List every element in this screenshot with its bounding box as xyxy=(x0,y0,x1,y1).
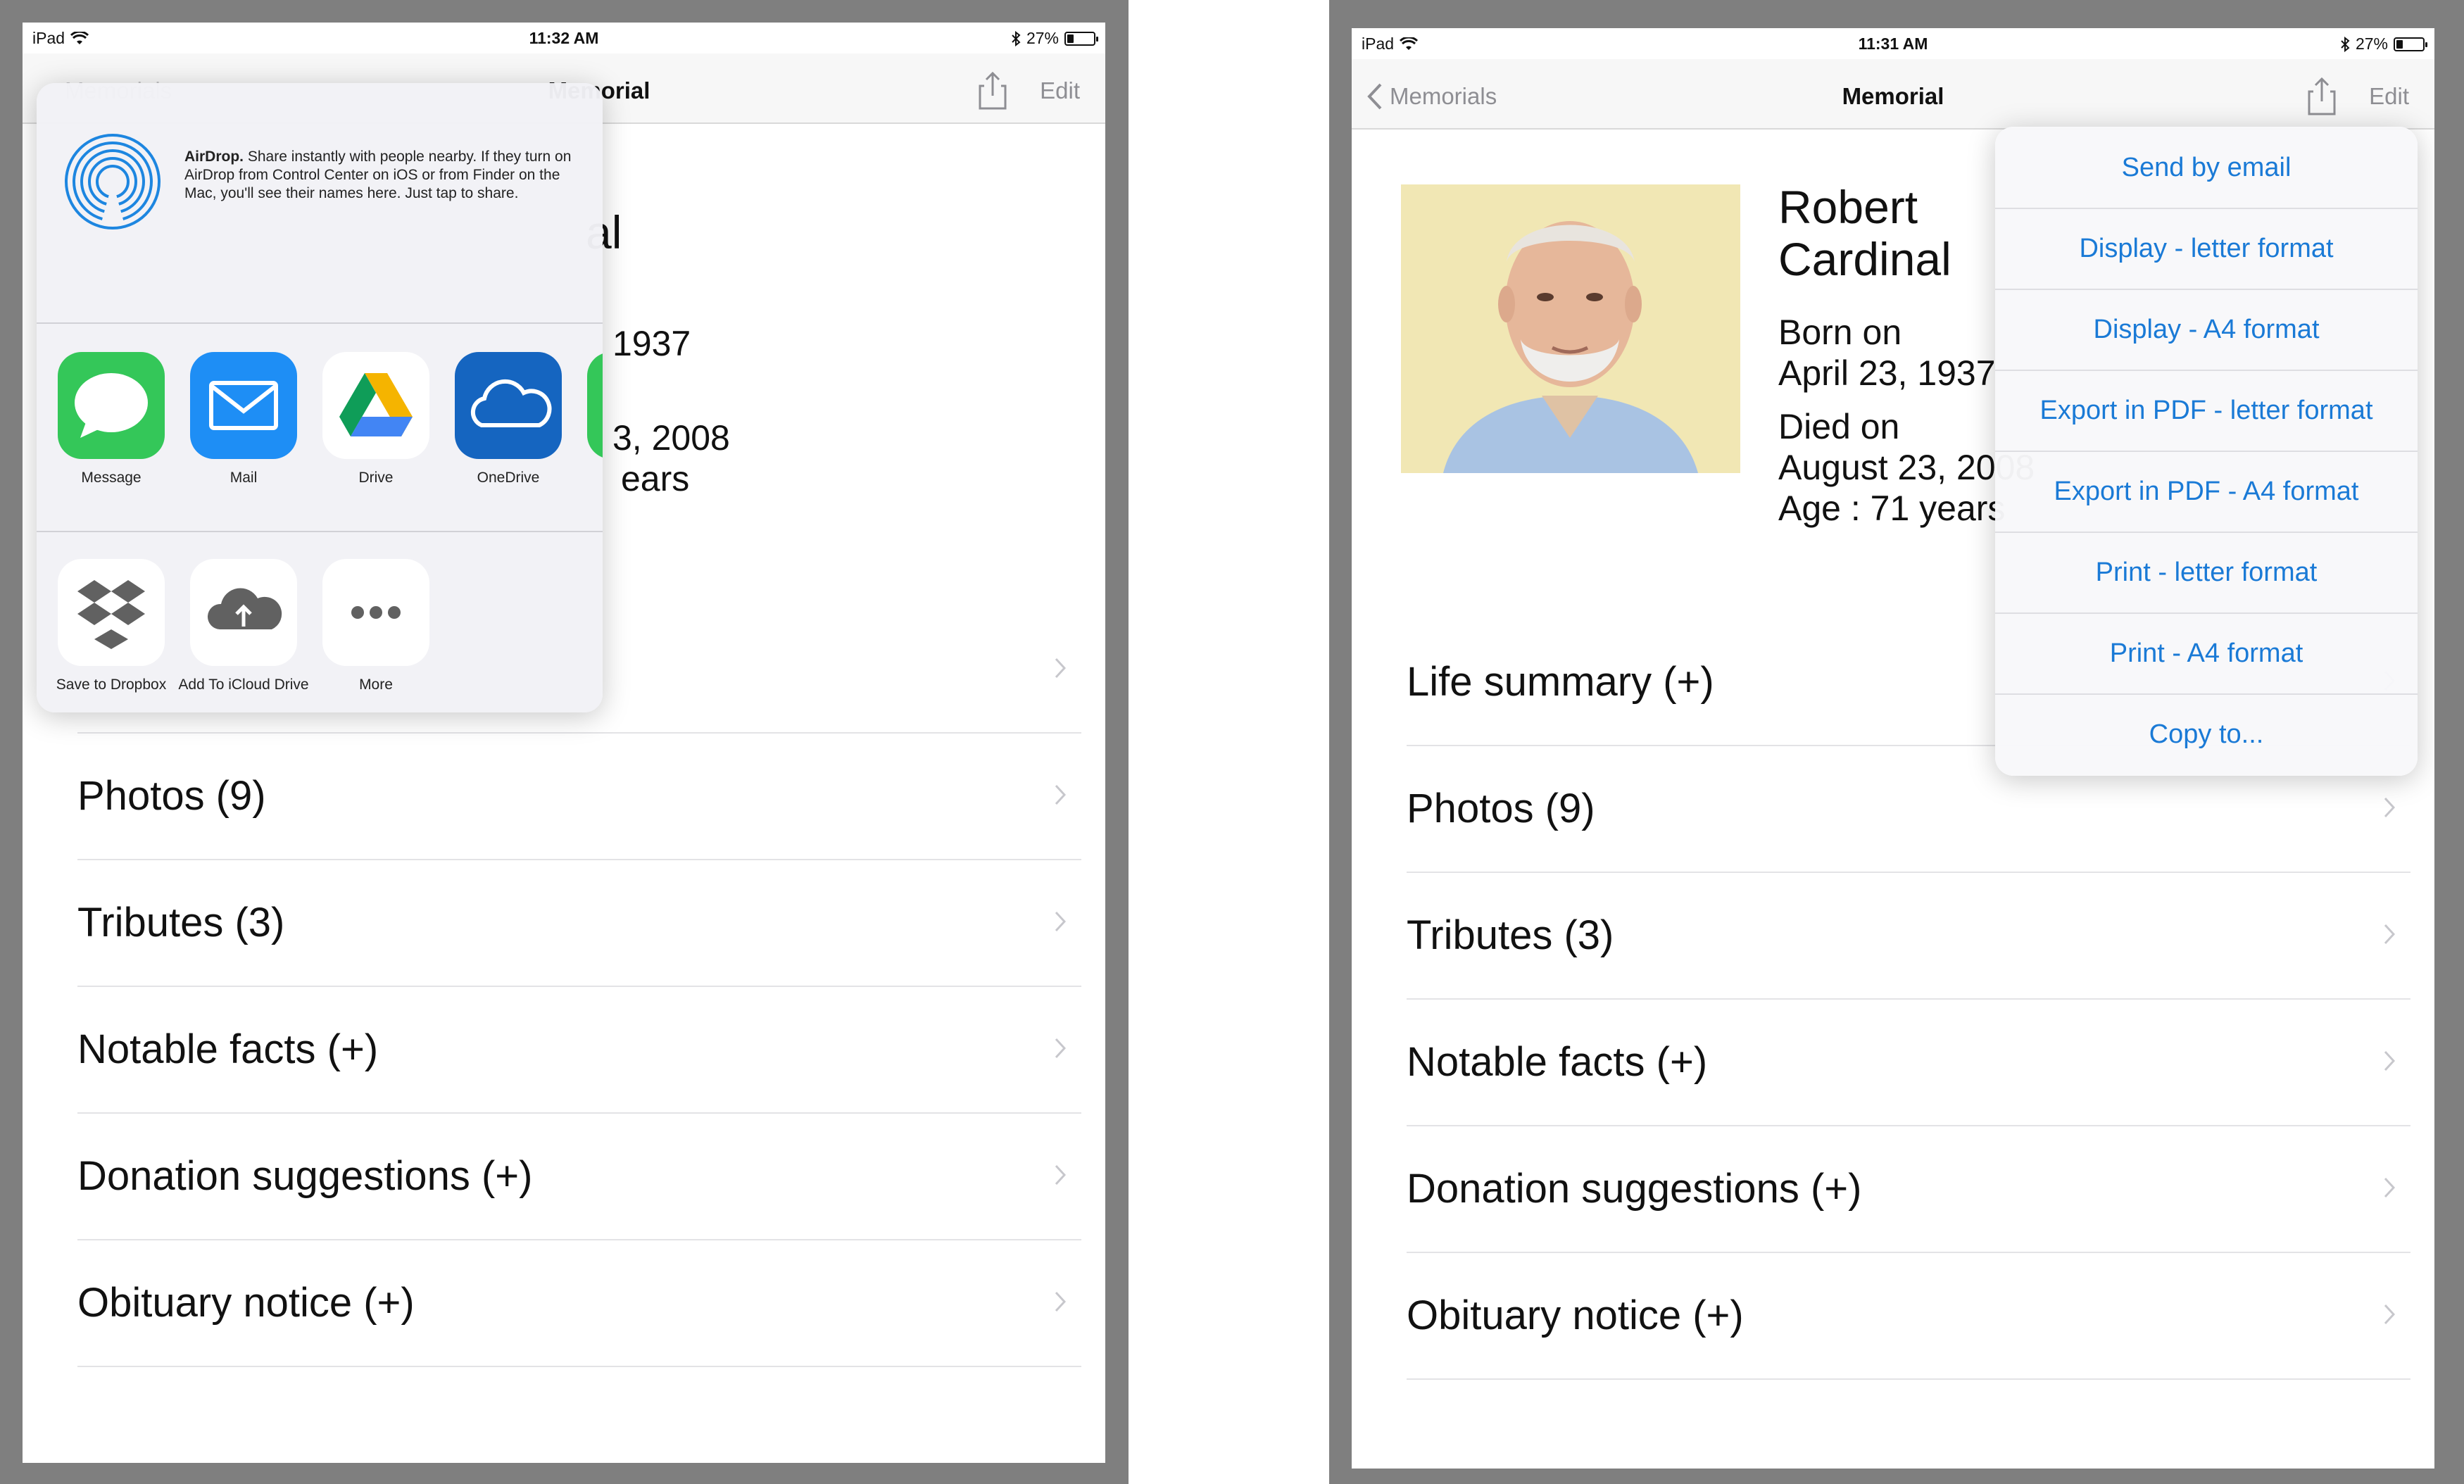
share-icon[interactable] xyxy=(2308,76,2336,115)
save-to-dropbox-button[interactable] xyxy=(58,559,165,666)
google-drive-icon xyxy=(339,373,413,436)
nav-bar: Memorials Memorial Edit xyxy=(1352,59,2434,130)
age: Age : 71 years xyxy=(1778,489,2006,528)
born-date-peek: 1937 xyxy=(612,324,691,363)
status-bar: iPad 11:31 AM 27% xyxy=(1352,28,2434,59)
died-label: Died on xyxy=(1778,407,1900,446)
list-row-tributes[interactable]: Tributes (3) xyxy=(77,860,1081,987)
messages-icon xyxy=(75,373,148,438)
app-label-mail: Mail xyxy=(230,470,258,486)
chevron-right-icon xyxy=(2384,1177,2395,1198)
row-label: Tributes (3) xyxy=(77,900,285,945)
battery-icon xyxy=(2394,37,2427,51)
row-label: Donation suggestions (+) xyxy=(1407,1166,1862,1212)
menu-item-export-pdf-a4[interactable]: Export in PDF - A4 format xyxy=(1995,452,2418,533)
chevron-right-icon xyxy=(1055,1164,1066,1186)
list-row-donation-suggestions[interactable]: Donation suggestions (+) xyxy=(77,1114,1081,1240)
onedrive-app-button[interactable] xyxy=(455,352,562,459)
more-icon xyxy=(351,606,401,619)
edit-button[interactable]: Edit xyxy=(2369,83,2409,110)
chevron-right-icon xyxy=(2384,1050,2395,1071)
portrait-image xyxy=(1401,184,1740,473)
chevron-right-icon xyxy=(1055,1038,1066,1059)
row-label: Obituary notice (+) xyxy=(1407,1293,1744,1338)
messages-app-button[interactable] xyxy=(58,352,165,459)
bluetooth-icon xyxy=(1012,30,1021,46)
chevron-right-icon xyxy=(1055,911,1066,932)
chevron-right-icon xyxy=(2384,924,2395,945)
menu-item-print-a4[interactable]: Print - A4 format xyxy=(1995,614,2418,695)
right-ipad-screen: iPad 11:31 AM 27% Memorials Memorial Edi… xyxy=(1352,28,2434,1469)
bluetooth-icon xyxy=(2341,36,2350,52)
row-label: Notable facts (+) xyxy=(1407,1039,1708,1085)
more-button[interactable] xyxy=(322,559,429,666)
left-ipad-screen: iPad 11:32 AM 27% Memorials Memorial Edi… xyxy=(23,23,1105,1463)
profile-last-name: Cardinal xyxy=(1778,233,1951,285)
airdrop-title: AirDrop. xyxy=(184,149,244,165)
menu-item-print-letter[interactable]: Print - letter format xyxy=(1995,533,2418,614)
export-menu-popover: Send by email Display - letter format Di… xyxy=(1995,127,2418,776)
row-label: Notable facts (+) xyxy=(77,1026,379,1072)
action-label-icloud: Add To iCloud Drive xyxy=(178,677,309,693)
status-bar: iPad 11:32 AM 27% xyxy=(23,23,1105,54)
status-time: 11:31 AM xyxy=(1858,34,1928,53)
add-to-icloud-drive-button[interactable] xyxy=(190,559,297,666)
row-label: Life summary (+) xyxy=(1407,659,1714,705)
menu-item-display-a4[interactable]: Display - A4 format xyxy=(1995,290,2418,371)
list-row-obituary-notice[interactable]: Obituary notice (+) xyxy=(77,1240,1081,1367)
born-date: April 23, 1937 xyxy=(1778,353,1996,393)
battery-icon xyxy=(1064,31,1098,46)
menu-item-copy-to[interactable]: Copy to... xyxy=(1995,695,2418,776)
chevron-right-icon xyxy=(2384,797,2395,818)
chevron-right-icon xyxy=(1055,658,1066,679)
share-icon[interactable] xyxy=(979,70,1007,110)
died-date-peek: 3, 2008 xyxy=(612,418,730,458)
edit-button[interactable]: Edit xyxy=(1040,77,1080,104)
battery-percent: 27% xyxy=(1026,29,1059,47)
age-peek: ears xyxy=(621,459,690,498)
profile-photo xyxy=(1401,184,1740,473)
row-label: Tributes (3) xyxy=(1407,912,1614,958)
status-time: 11:32 AM xyxy=(529,29,599,47)
list-row-notable-facts[interactable]: Notable facts (+) xyxy=(77,987,1081,1114)
chevron-right-icon xyxy=(1055,784,1066,805)
menu-item-display-letter[interactable]: Display - letter format xyxy=(1995,209,2418,290)
divider xyxy=(37,322,603,324)
chevron-right-icon xyxy=(1055,1291,1066,1312)
partial-app-button[interactable] xyxy=(587,352,603,459)
list-row-tributes[interactable]: Tributes (3) xyxy=(1407,873,2410,1000)
icloud-upload-icon xyxy=(207,588,282,629)
list-row-photos[interactable]: Photos (9) xyxy=(77,734,1081,860)
chevron-right-icon xyxy=(2384,1304,2395,1325)
action-label-dropbox: Save to Dropbox xyxy=(56,677,167,693)
row-label: Photos (9) xyxy=(1407,786,1595,831)
app-label-message: Message xyxy=(81,470,142,486)
mail-icon xyxy=(209,381,278,430)
row-label: Photos (9) xyxy=(77,773,266,819)
list-row-notable-facts[interactable]: Notable facts (+) xyxy=(1407,1000,2410,1126)
drive-app-button[interactable] xyxy=(322,352,429,459)
battery-percent: 27% xyxy=(2355,34,2388,53)
row-label: Donation suggestions (+) xyxy=(77,1153,533,1199)
born-label: Born on xyxy=(1778,313,1902,352)
list-row-obituary-notice[interactable]: Obituary notice (+) xyxy=(1407,1253,2410,1380)
app-label-onedrive: OneDrive xyxy=(477,470,540,486)
menu-item-send-by-email[interactable]: Send by email xyxy=(1995,128,2418,209)
app-label-drive: Drive xyxy=(358,470,394,486)
list-row-donation-suggestions[interactable]: Donation suggestions (+) xyxy=(1407,1126,2410,1253)
dropbox-icon xyxy=(77,580,145,649)
share-sheet: AirDrop. Share instantly with people nea… xyxy=(37,83,603,712)
airdrop-icon[interactable] xyxy=(63,132,162,231)
divider xyxy=(37,531,603,532)
onedrive-icon xyxy=(470,379,552,427)
row-label: Obituary notice (+) xyxy=(77,1280,415,1326)
profile-first-name: Robert xyxy=(1778,181,1918,233)
page-title: Memorial xyxy=(1842,83,1944,109)
action-label-more: More xyxy=(359,677,393,693)
menu-item-export-pdf-letter[interactable]: Export in PDF - letter format xyxy=(1995,371,2418,452)
mail-app-button[interactable] xyxy=(190,352,297,459)
airdrop-description: AirDrop. Share instantly with people nea… xyxy=(184,148,586,203)
